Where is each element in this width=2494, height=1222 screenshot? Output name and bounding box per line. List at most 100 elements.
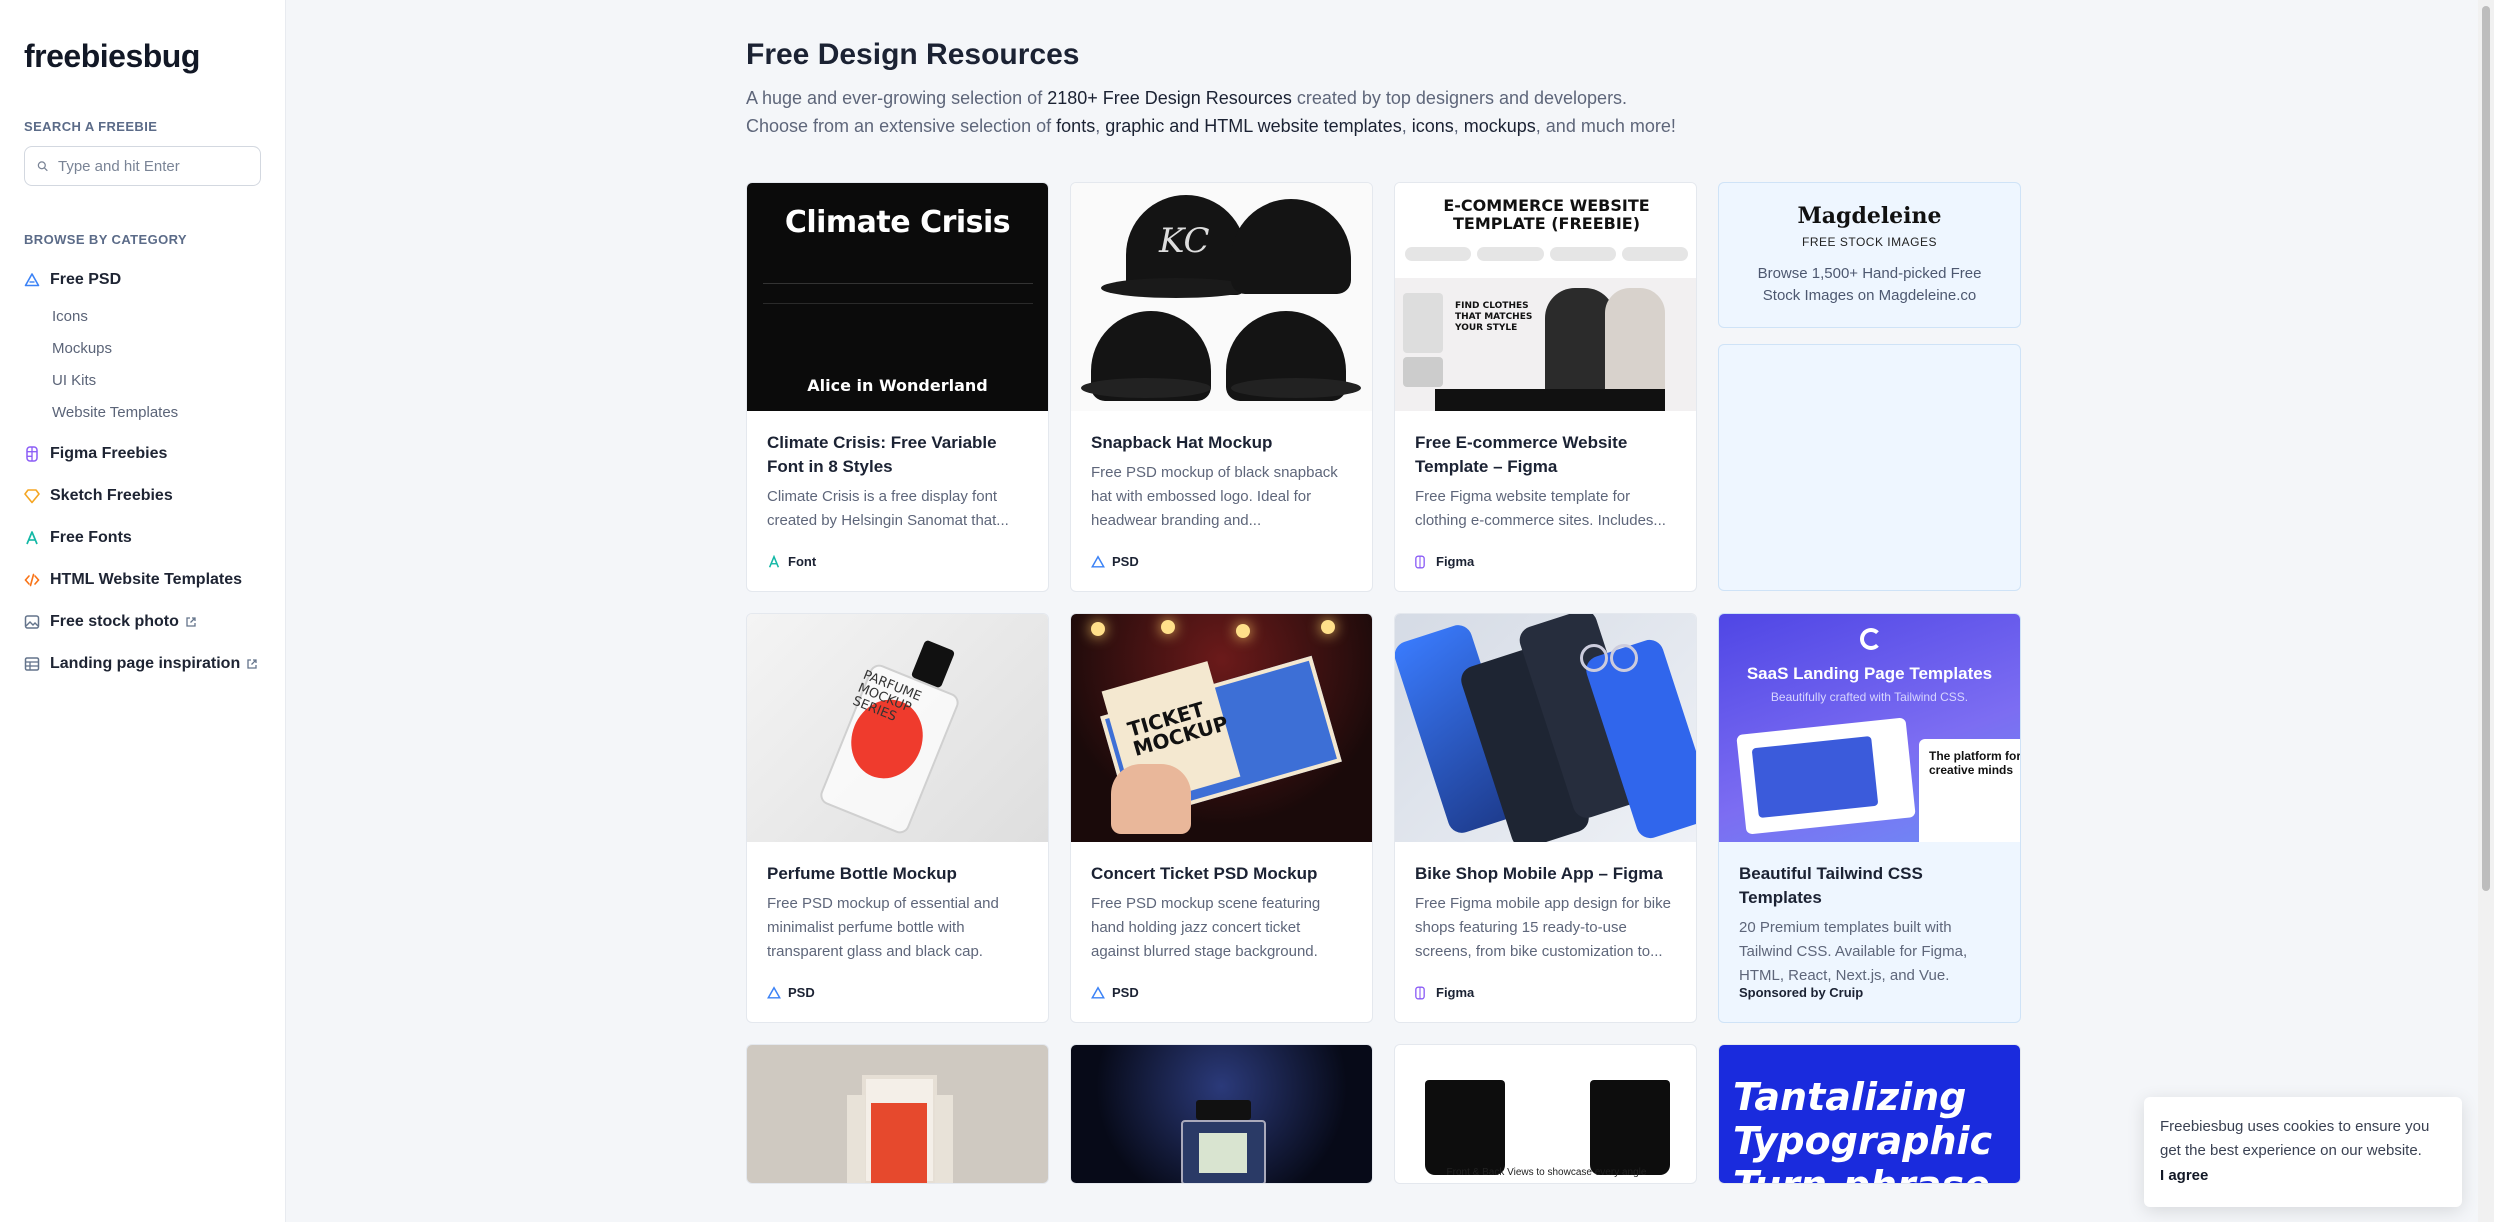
psd-icon [767, 985, 781, 1000]
sidebar-item-free-psd[interactable]: Free PSD [24, 259, 261, 301]
sidebar-item-sketch[interactable]: Sketch Freebies [24, 475, 261, 517]
sidebar-sub-ui-kits[interactable]: UI Kits [24, 365, 261, 397]
resource-card[interactable]: Tantalizing Typographic Turn-phrase [1718, 1044, 2021, 1184]
card-title[interactable]: Climate Crisis: Free Variable Font in 8 … [767, 431, 1028, 479]
resource-card[interactable]: Front & Back Views to showcase every ang… [1394, 1044, 1697, 1184]
sidebar-item-label: Landing page inspiration [50, 655, 241, 672]
thumb-subtext: FIND CLOTHES THAT MATCHES YOUR STYLE [1455, 301, 1533, 333]
sketch-icon [24, 488, 40, 504]
thumb-text: SaaS Landing Page Templates [1746, 664, 1993, 683]
card-tag-label: Figma [1436, 554, 1475, 569]
thumb-side-text: The platform for creative minds [1929, 749, 2020, 777]
card-thumbnail: E-COMMERCE WEBSITE TEMPLATE (FREEBIE) FI… [1395, 183, 1696, 411]
card-title[interactable]: Concert Ticket PSD Mockup [1091, 862, 1352, 886]
cookie-text: Freebiesbug uses cookies to ensure you g… [2160, 1118, 2430, 1159]
intro-link-templates[interactable]: graphic and HTML website templates [1105, 116, 1401, 136]
image-icon [24, 614, 40, 630]
intro-part: , [1095, 116, 1106, 136]
resource-card[interactable] [746, 1044, 1049, 1184]
card-thumbnail [1395, 614, 1696, 842]
card-tag-label: PSD [788, 985, 815, 1000]
card-description: Climate Crisis is a free display font cr… [767, 488, 1009, 529]
sidebar-sub-icons[interactable]: Icons [24, 301, 261, 333]
sidebar-item-stock-photo[interactable]: Free stock photo [24, 601, 261, 643]
card-description: Free Figma mobile app design for bike sh… [1415, 895, 1671, 960]
resource-card[interactable] [1070, 1044, 1373, 1184]
sponsored-card[interactable]: SaaS Landing Page Templates Beautifully … [1718, 613, 2021, 1023]
resource-card[interactable]: PARFUME MOCKUP SERIES Perfume Bottle Moc… [746, 613, 1049, 1023]
intro-part: , [1401, 116, 1412, 136]
card-title[interactable]: Snapback Hat Mockup [1091, 431, 1352, 455]
card-title[interactable]: Beautiful Tailwind CSS Templates [1739, 862, 2000, 910]
resource-card[interactable]: E-COMMERCE WEBSITE TEMPLATE (FREEBIE) FI… [1394, 182, 1697, 592]
sidebar-item-label: Free PSD [50, 271, 122, 288]
magdeleine-ad[interactable]: Magdeleine FREE STOCK IMAGES Browse 1,50… [1718, 182, 2021, 328]
card-title[interactable]: Perfume Bottle Mockup [767, 862, 1028, 886]
external-link-icon [186, 617, 196, 627]
card-tag[interactable]: PSD [1091, 985, 1139, 1000]
card-thumbnail: PARFUME MOCKUP SERIES [747, 614, 1048, 842]
card-thumbnail: SaaS Landing Page Templates Beautifully … [1719, 614, 2020, 842]
card-tag-label: PSD [1112, 985, 1139, 1000]
intro-part: Choose from an extensive selection of [746, 116, 1057, 136]
external-link-icon [247, 659, 257, 669]
card-tag[interactable]: Figma [1415, 985, 1474, 1000]
cruip-logo-icon [1860, 628, 1882, 650]
intro-part: A huge and ever-growing selection of [746, 88, 1048, 108]
resource-grid: Climate Crisis Alice in Wonderland Clima… [746, 182, 2021, 1184]
resource-card[interactable]: Climate Crisis Alice in Wonderland Clima… [746, 182, 1049, 592]
figma-icon [1415, 555, 1429, 569]
ad-column: Magdeleine FREE STOCK IMAGES Browse 1,50… [1718, 182, 2021, 592]
resource-card[interactable]: KC Snapback Hat Mockup Free PSD mockup o… [1070, 182, 1373, 592]
card-title[interactable]: Free E-commerce Website Template – Figma [1415, 431, 1676, 479]
thumb-subtext: Beautifully crafted with Tailwind CSS. [1770, 690, 1969, 704]
resource-card[interactable]: Bike Shop Mobile App – Figma Free Figma … [1394, 613, 1697, 1023]
thumb-text: Climate Crisis [784, 205, 1011, 240]
search-section-title: SEARCH A FREEBIE [24, 119, 158, 134]
card-description: Free PSD mockup scene featuring hand hol… [1091, 895, 1321, 960]
sidebar-item-label: Free Fonts [50, 529, 132, 546]
sidebar-sub-mockups[interactable]: Mockups [24, 333, 261, 365]
resource-card[interactable]: TICKET MOCKUP Concert Ticket PSD Mockup … [1070, 613, 1373, 1023]
browse-section-title: BROWSE BY CATEGORY [24, 232, 187, 247]
sidebar-item-label: Figma Freebies [50, 445, 168, 462]
card-title[interactable]: Bike Shop Mobile App – Figma [1415, 862, 1676, 886]
intro-part: , [1453, 116, 1464, 136]
sidebar-item-fonts[interactable]: Free Fonts [24, 517, 261, 559]
sidebar-item-figma[interactable]: Figma Freebies [24, 433, 261, 475]
card-description: Free PSD mockup of black snapback hat wi… [1091, 464, 1338, 529]
intro-link-mockups[interactable]: mockups [1464, 116, 1536, 136]
card-tag[interactable]: Figma [1415, 554, 1474, 569]
search-input[interactable] [58, 157, 248, 175]
sidebar-item-html-templates[interactable]: HTML Website Templates [24, 559, 261, 601]
cookie-agree-button[interactable]: I agree [2160, 1167, 2208, 1184]
search-box[interactable] [24, 146, 261, 186]
card-tag-label: Figma [1436, 985, 1475, 1000]
site-logo[interactable]: freebiesbug [24, 38, 261, 75]
card-tag[interactable]: Font [767, 554, 816, 569]
search-icon [37, 161, 48, 172]
ad-brand: Magdeleine [1797, 203, 1942, 229]
sidebar-item-label: Free stock photo [50, 613, 179, 630]
card-tag-label: PSD [1112, 554, 1139, 569]
sidebar-item-label: HTML Website Templates [50, 571, 243, 588]
card-tag-label: Sponsored by Cruip [1739, 985, 1864, 1000]
card-thumbnail: KC [1071, 183, 1372, 411]
intro-part: , and much more! [1535, 116, 1676, 136]
card-tag[interactable]: Sponsored by Cruip [1739, 985, 1863, 1000]
scrollbar-thumb[interactable] [2482, 6, 2490, 891]
intro-link-icons[interactable]: icons [1412, 116, 1454, 136]
sidebar-item-landing-inspiration[interactable]: Landing page inspiration [24, 643, 261, 685]
intro-link-fonts[interactable]: fonts [1056, 116, 1095, 136]
card-tag[interactable]: PSD [767, 985, 815, 1000]
card-thumbnail: TICKET MOCKUP [1071, 614, 1372, 842]
ad-subtitle: FREE STOCK IMAGES [1802, 235, 1937, 249]
intro-highlight: 2180+ Free Design Resources [1047, 88, 1292, 108]
thumb-text: Tantalizing Typographic Turn-phrase [1733, 1075, 1993, 1183]
card-description: 20 Premium templates built with Tailwind… [1739, 919, 1968, 984]
card-tag-label: Font [788, 554, 817, 569]
card-tag[interactable]: PSD [1091, 554, 1139, 569]
page-scrollbar[interactable] [2478, 0, 2494, 1222]
layout-icon [24, 656, 40, 672]
sidebar-sub-website-templates[interactable]: Website Templates [24, 397, 261, 429]
